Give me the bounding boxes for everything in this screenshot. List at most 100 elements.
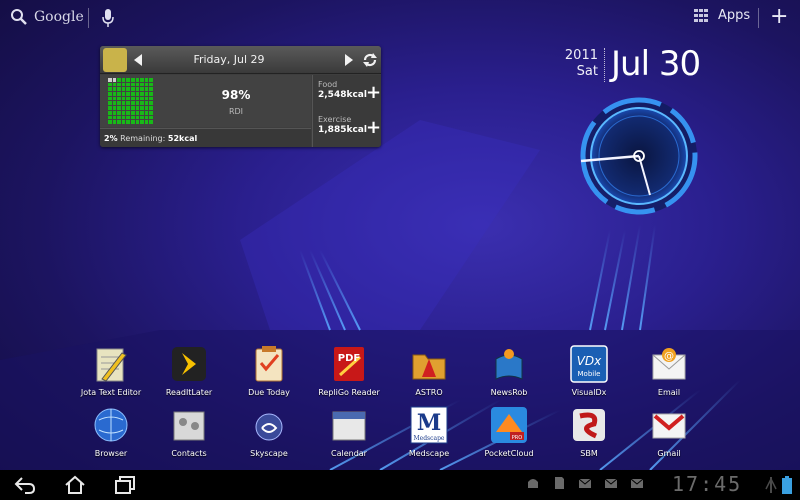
widget-header: Friday, Jul 29	[100, 46, 381, 74]
remaining-label: Remaining:	[120, 134, 166, 143]
rdi-cell	[130, 101, 135, 106]
rdi-cell	[121, 92, 126, 96]
app-pocketcloud[interactable]: PRO PocketCloud	[463, 406, 555, 466]
rdi-cell	[149, 82, 153, 87]
app-label: NewsRob	[490, 388, 528, 397]
add-widget-button[interactable]: +	[770, 6, 788, 28]
newsrob-icon	[495, 349, 523, 380]
rdi-cell	[117, 87, 121, 92]
rdi-cell	[108, 78, 112, 82]
next-day-button[interactable]	[345, 54, 353, 66]
google-search-button[interactable]: Google	[10, 8, 84, 26]
rdi-cell	[149, 106, 153, 110]
clock-widget[interactable]	[578, 95, 700, 217]
visualdx-sub-text: Mobile	[578, 370, 601, 378]
apps-button[interactable]: Apps	[694, 8, 750, 23]
refresh-icon[interactable]	[359, 49, 381, 71]
rdi-cell	[108, 115, 112, 120]
calorie-widget[interactable]: Friday, Jul 29 98% RDI Food 2,548kcal + …	[100, 46, 381, 147]
recent-apps-icon[interactable]	[114, 475, 136, 495]
astro-icon	[412, 354, 446, 380]
rdi-cell	[135, 87, 140, 92]
date-main[interactable]: Jul 30	[611, 44, 701, 84]
app-astro[interactable]: ASTRO	[383, 345, 475, 405]
app-calendar[interactable]: Calendar	[303, 406, 395, 466]
rdi-cell	[140, 120, 144, 124]
home-icon[interactable]	[64, 474, 86, 496]
app-repligo-reader[interactable]: PDF RepliGo Reader	[303, 345, 395, 405]
app-visualdx[interactable]: VDx Mobile VisualDx	[543, 345, 635, 405]
rdi-cell	[144, 106, 149, 110]
app-label: ASTRO	[415, 388, 443, 397]
rdi-label: RDI	[228, 107, 244, 116]
widget-date: Friday, Jul 29	[193, 53, 265, 66]
apps-grid-icon	[694, 8, 708, 22]
rdi-cell	[108, 96, 112, 101]
rdi-cell	[140, 110, 144, 115]
app-gmail[interactable]: Gmail	[623, 406, 715, 466]
rdi-cell	[130, 110, 135, 115]
app-skyscape[interactable]: Skyscape	[223, 406, 315, 466]
app-email[interactable]: @ Email	[623, 345, 715, 405]
app-sbm[interactable]: SBM	[543, 406, 635, 466]
rdi-cell	[112, 106, 117, 110]
rdi-cell	[140, 96, 144, 101]
rdi-cell	[112, 82, 117, 87]
battery-icon	[782, 476, 792, 494]
rdi-cell	[117, 106, 121, 110]
app-label: Medscape	[408, 449, 450, 458]
medscape-letter: M	[417, 410, 441, 436]
remaining-kcal: 52kcal	[167, 134, 198, 143]
rdi-cell	[144, 115, 149, 120]
date-day-of-week: Sat	[576, 64, 598, 79]
calorie-app-logo-icon[interactable]	[103, 48, 127, 72]
status-time[interactable]: 17:45	[672, 472, 742, 496]
app-label: Contacts	[171, 449, 207, 458]
notification-icons[interactable]	[526, 476, 644, 490]
app-medscape[interactable]: M Medscape Medscape	[383, 406, 475, 466]
app-due-today[interactable]: Due Today	[223, 345, 315, 405]
email-notification-icon	[578, 478, 592, 488]
app-label: Calendar	[331, 449, 367, 458]
rdi-cell	[117, 101, 121, 106]
rdi-cell	[149, 87, 153, 92]
rdi-cell	[135, 92, 140, 96]
rdi-cell	[126, 78, 130, 82]
add-exercise-button[interactable]: +	[366, 119, 381, 137]
exercise-row[interactable]: Exercise 1,885kcal +	[318, 115, 381, 137]
app-newsrob[interactable]: NewsRob	[463, 345, 555, 405]
rdi-cell	[112, 120, 117, 124]
rdi-cell	[108, 101, 112, 106]
back-icon[interactable]	[14, 475, 36, 495]
system-bar: 17:45	[0, 470, 800, 500]
rdi-cell	[126, 82, 130, 87]
app-contacts[interactable]: Contacts	[143, 406, 235, 466]
app-readitlater[interactable]: ReadItLater	[143, 345, 235, 405]
rdi-cell	[135, 82, 140, 87]
rdi-cell	[121, 101, 126, 106]
top-bar: Google Apps +	[0, 0, 800, 36]
rdi-cell	[117, 115, 121, 120]
date-separator	[604, 48, 605, 82]
rdi-cell	[130, 120, 135, 124]
rdi-cell	[126, 120, 130, 124]
add-food-button[interactable]: +	[366, 84, 381, 102]
rdi-cell	[130, 96, 135, 101]
rdi-cell	[126, 110, 130, 115]
rdi-cell	[149, 78, 153, 82]
rdi-cell	[140, 115, 144, 120]
rdi-panel: 98% RDI	[100, 75, 311, 127]
app-label: Email	[657, 388, 681, 397]
sd-card-icon	[555, 477, 564, 489]
repligo-reader-icon: PDF	[334, 347, 364, 381]
email-icon: @	[652, 348, 686, 380]
food-row[interactable]: Food 2,548kcal +	[318, 80, 381, 102]
rdi-cell	[135, 120, 140, 124]
app-label: Due Today	[248, 388, 290, 397]
medscape-word: Medscape	[414, 435, 445, 442]
rdi-cell	[108, 106, 112, 110]
voice-search-button[interactable]	[101, 8, 115, 32]
rdi-cell	[112, 110, 117, 115]
previous-day-button[interactable]	[134, 54, 142, 66]
rdi-cell	[126, 106, 130, 110]
